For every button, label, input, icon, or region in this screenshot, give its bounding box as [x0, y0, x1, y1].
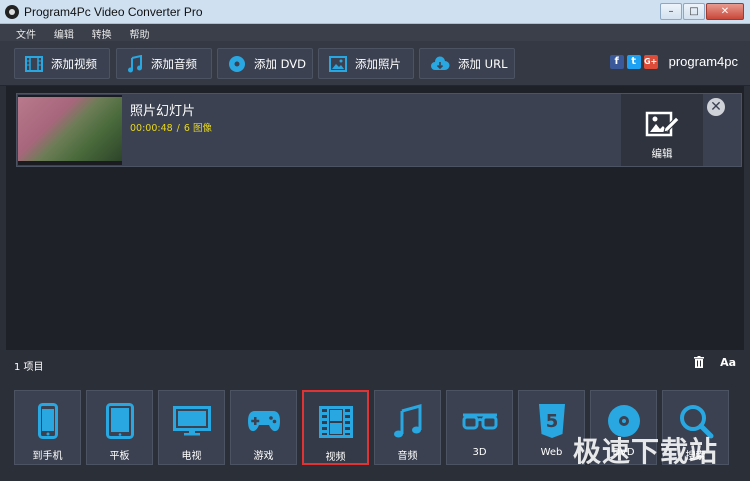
item-image-count: 6 图像 — [183, 123, 212, 134]
add-audio-button[interactable]: 添加音频 — [116, 48, 212, 79]
add-video-label: 添加视频 — [51, 56, 97, 71]
image-icon — [329, 55, 347, 72]
gamepad-icon — [247, 411, 280, 432]
font-size-button[interactable]: Aa — [720, 356, 736, 369]
category-label: 视频 — [325, 452, 346, 463]
tv-icon — [172, 406, 211, 436]
category-3d[interactable]: 3D — [446, 390, 513, 465]
twitter-icon[interactable]: t — [626, 54, 641, 69]
menu-file[interactable]: 文件 — [16, 24, 36, 41]
category-label: 3D — [472, 447, 487, 458]
item-duration: 00:00:48 — [130, 123, 173, 134]
category-label: 平板 — [109, 451, 130, 462]
social-links: f t G+ program4pc — [609, 54, 738, 69]
category-phone[interactable]: 到手机 — [14, 390, 81, 465]
music-icon — [393, 404, 421, 438]
menu-convert[interactable]: 转换 — [92, 24, 112, 41]
category-games[interactable]: 游戏 — [230, 390, 297, 465]
add-url-label: 添加 URL — [458, 56, 508, 71]
add-video-button[interactable]: 添加视频 — [14, 48, 110, 79]
item-meta: 00:00:48/6 图像 — [130, 120, 212, 134]
trash-icon[interactable] — [694, 356, 704, 368]
cloud-download-icon — [431, 55, 450, 70]
category-audio[interactable]: 音频 — [374, 390, 441, 465]
add-photo-button[interactable]: 添加照片 — [318, 48, 414, 79]
category-label: 到手机 — [32, 451, 63, 462]
add-dvd-label: 添加 DVD — [254, 56, 307, 71]
toolbar: 添加视频 添加音频 添加 DVD 添加照片 添加 URL f t G+ prog… — [0, 41, 750, 86]
menu-bar: 文件 编辑 转换 帮助 — [0, 24, 750, 41]
brand-logo: program4pc — [668, 54, 738, 69]
item-title: 照片幻灯片 — [130, 104, 196, 119]
google-plus-icon[interactable]: G+ — [643, 54, 658, 69]
edit-button[interactable]: 编辑 — [621, 94, 703, 166]
list-item[interactable]: 照片幻灯片 00:00:48/6 图像 编辑 ✕ — [16, 93, 742, 167]
add-photo-label: 添加照片 — [355, 56, 401, 71]
category-tablet[interactable]: 平板 — [86, 390, 153, 465]
edit-image-icon — [645, 111, 679, 137]
remove-item-button[interactable]: ✕ — [707, 98, 725, 116]
phone-icon — [37, 403, 58, 439]
minimize-button[interactable]: – — [660, 3, 682, 20]
title-bar: Program4Pc Video Converter Pro – □ ✕ — [0, 0, 750, 24]
music-icon — [128, 54, 142, 72]
maximize-button[interactable]: □ — [683, 3, 705, 20]
menu-edit[interactable]: 编辑 — [54, 24, 74, 41]
html5-icon: 5 — [538, 404, 565, 438]
tablet-icon — [105, 403, 134, 439]
watermark: 极速下载站 — [573, 435, 719, 468]
add-dvd-button[interactable]: 添加 DVD — [217, 48, 313, 79]
disc-icon — [229, 55, 245, 72]
category-label: 音频 — [397, 451, 418, 462]
status-bar: 1 项目 Aa — [6, 350, 744, 376]
item-thumbnail — [18, 95, 122, 165]
3d-glasses-icon — [462, 413, 497, 430]
item-separator: / — [176, 123, 180, 134]
item-count: 1 项目 — [14, 362, 44, 373]
facebook-icon[interactable]: f — [609, 54, 624, 69]
category-tv[interactable]: 电视 — [158, 390, 225, 465]
category-label: Web — [540, 447, 563, 458]
svg-text:5: 5 — [545, 411, 558, 432]
film-icon — [25, 55, 43, 72]
category-label: 游戏 — [253, 451, 274, 462]
film-icon — [318, 406, 353, 438]
menu-help[interactable]: 帮助 — [129, 24, 149, 41]
window-title: Program4Pc Video Converter Pro — [24, 5, 203, 19]
file-list: 照片幻灯片 00:00:48/6 图像 编辑 ✕ — [6, 86, 744, 350]
edit-label: 编辑 — [651, 148, 673, 160]
close-button[interactable]: ✕ — [706, 3, 744, 20]
add-audio-label: 添加音频 — [151, 56, 197, 71]
category-label: 电视 — [181, 451, 202, 462]
add-url-button[interactable]: 添加 URL — [419, 48, 515, 79]
category-video[interactable]: 视频 — [302, 390, 369, 465]
app-icon — [5, 5, 19, 19]
